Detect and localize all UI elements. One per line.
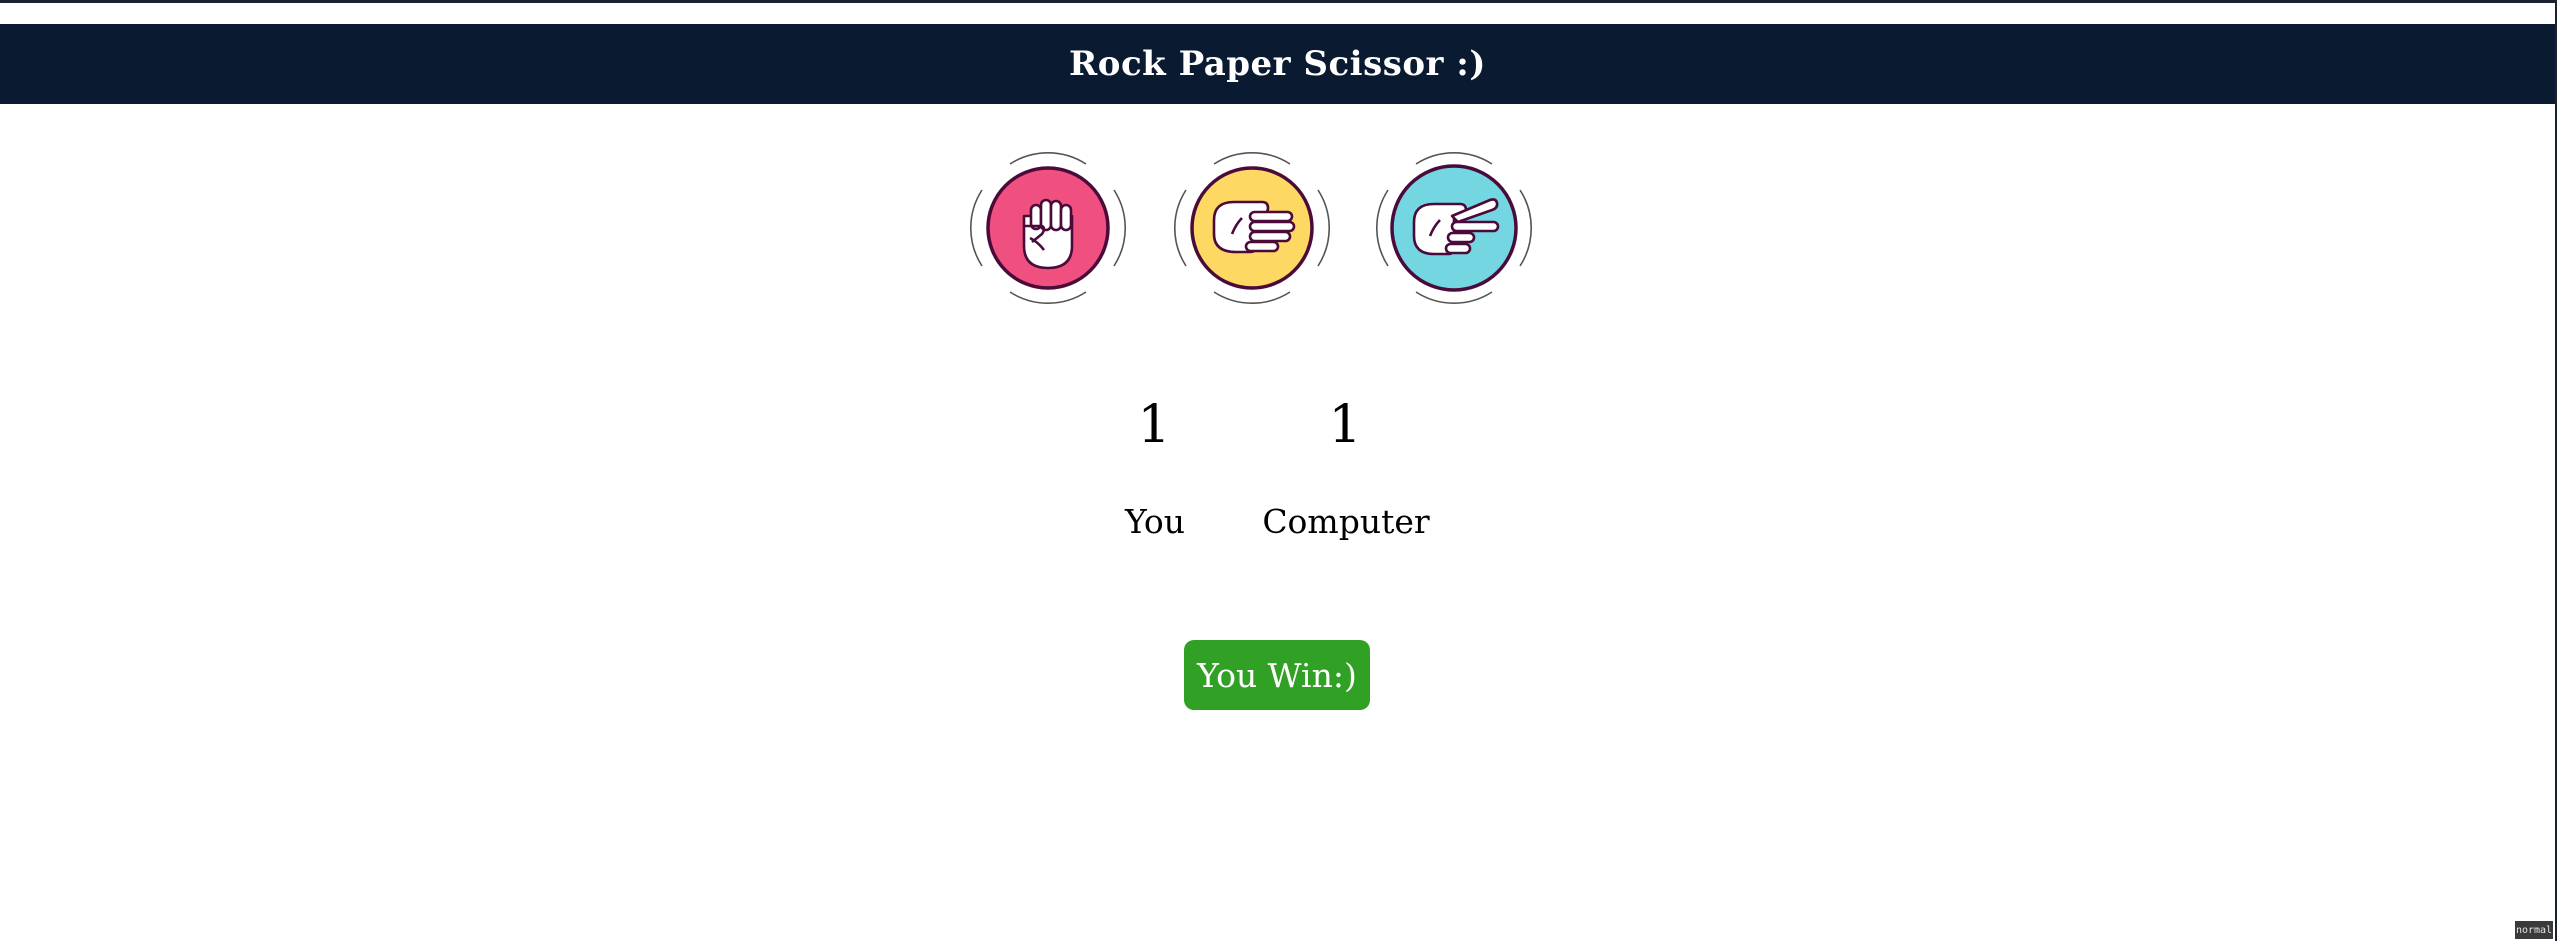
window-frame: [0, 0, 2557, 941]
paper-choice-button[interactable]: [1174, 150, 1330, 306]
scissor-hand-icon: [1376, 151, 1532, 305]
scissor-choice-button[interactable]: [1376, 150, 1532, 306]
rock-choice-button[interactable]: [970, 150, 1126, 306]
rock-fist-icon: [970, 151, 1126, 305]
computer-label: Computer: [1262, 502, 1430, 541]
user-score: 1: [1137, 395, 1171, 455]
page-title: Rock Paper Scissor :): [1069, 44, 1486, 84]
result-message: You Win:): [1184, 640, 1370, 710]
computer-score: 1: [1328, 395, 1362, 455]
mode-status-badge: normal: [2515, 921, 2553, 939]
paper-hand-icon: [1174, 151, 1330, 305]
app-header: Rock Paper Scissor :): [0, 24, 2555, 104]
